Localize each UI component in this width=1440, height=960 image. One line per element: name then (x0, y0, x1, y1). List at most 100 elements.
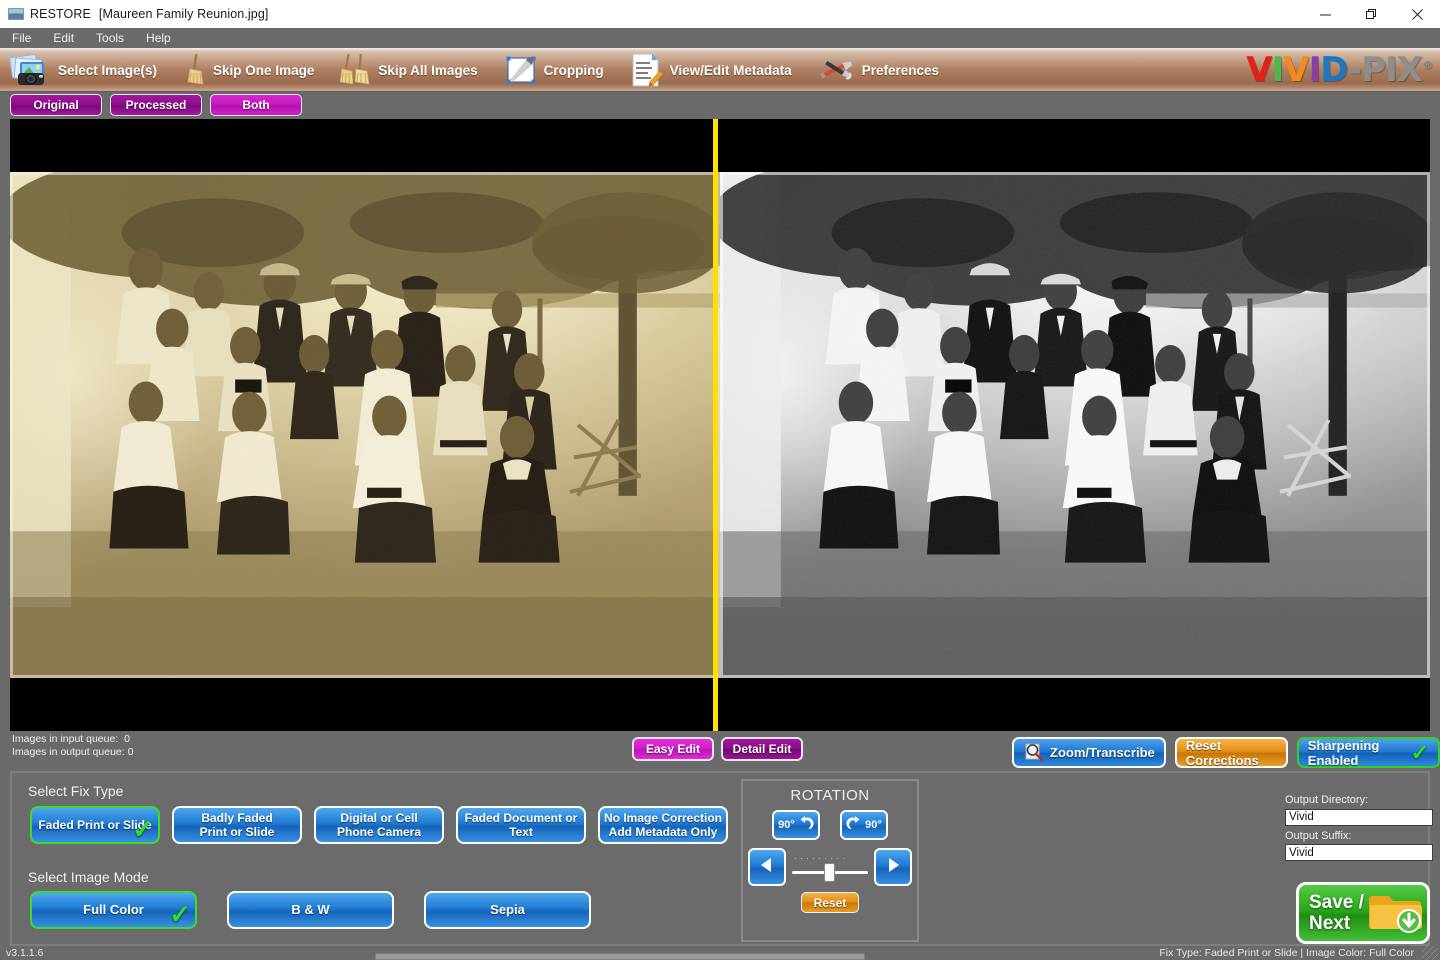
open-file-name: [Maureen Family Reunion.jpg] (98, 7, 269, 21)
checkmark-icon: ✓ (169, 899, 191, 929)
fix-type-badly-faded-line2: Print or Slide (199, 825, 275, 839)
toolbar-button-skip-one-image[interactable]: Skip One Image (175, 48, 332, 92)
slider-thumb[interactable] (824, 863, 835, 882)
image-mode-sepia[interactable]: Sepia (424, 891, 591, 929)
double-broom-icon (340, 53, 372, 87)
original-image (10, 172, 720, 678)
view-mode-tabs: Original Processed Both (10, 94, 302, 116)
queue-status: Images in input queue: 0 Images in outpu… (12, 733, 133, 759)
app-window: RESTORE [Maureen Family Reunion.jpg] File (0, 0, 1440, 960)
fix-type-no-image-correction[interactable]: No Image Correction Add Metadata Only (598, 806, 728, 844)
rotate-ccw-icon (796, 815, 814, 836)
output-suffix-input[interactable] (1285, 844, 1433, 861)
fix-type-title: Select Fix Type (28, 783, 124, 799)
rotate-nudge-left-button[interactable] (748, 848, 786, 886)
document-pencil-icon (630, 52, 664, 88)
image-mode-full-color[interactable]: Full Color ✓ (30, 891, 197, 929)
logo-letter-4: I (1308, 50, 1322, 90)
edit-mode-buttons: Easy Edit Detail Edit (632, 737, 803, 761)
reset-corrections-button[interactable]: Reset Corrections (1174, 737, 1288, 768)
fix-type-no-correction-line1: No Image Correction (603, 811, 723, 825)
logo-letter-2: I (1271, 50, 1285, 90)
menu-item-file[interactable]: File (12, 31, 31, 45)
menu-item-help[interactable]: Help (146, 31, 171, 45)
toolbar-label-cropping: Cropping (543, 62, 604, 78)
toolbar-label-view-edit-metadata: View/Edit Metadata (669, 62, 792, 78)
original-image-pane[interactable] (10, 119, 720, 731)
compare-divider[interactable] (713, 119, 718, 731)
toolbar-button-select-images[interactable]: Select Image(s) (0, 48, 175, 92)
action-buttons: Zoom/Transcribe Reset Corrections Sharpe… (1012, 737, 1440, 768)
horizontal-scrollbar[interactable] (375, 953, 865, 960)
save-next-button[interactable]: Save / Next (1296, 882, 1430, 944)
app-name: RESTORE (30, 7, 91, 21)
sharpening-label: Sharpening Enabled (1307, 737, 1380, 768)
fix-type-badly-faded-print-or-slide[interactable]: Badly Faded Print or Slide (172, 806, 302, 844)
zoom-transcribe-label: Zoom/Transcribe (1050, 745, 1155, 760)
slider-ticks: ········· (794, 854, 849, 863)
image-mode-options: Full Color ✓ B & W Sepia (30, 891, 591, 929)
logo-letter-6: - (1348, 50, 1362, 90)
tab-both[interactable]: Both (210, 94, 302, 116)
rotate-cw-icon (846, 815, 864, 836)
checkmark-icon: ✓ (132, 814, 154, 844)
rotation-reset-button[interactable]: Reset (801, 892, 859, 913)
camera-photos-icon (8, 53, 52, 87)
version-label: v3.1.1.6 (6, 947, 44, 959)
menu-item-tools[interactable]: Tools (96, 31, 124, 45)
resize-grip[interactable] (1422, 946, 1438, 960)
fix-type-no-correction-line2: Add Metadata Only (608, 825, 718, 839)
rotate-right-90-label: 90° (865, 819, 882, 831)
toolbar-button-preferences[interactable]: Preferences (810, 48, 957, 92)
fix-type-options: Faded Print or Slide ✓ Badly Faded Print … (30, 806, 728, 844)
restore-icon[interactable] (1348, 0, 1394, 28)
screwdriver-wrench-icon (818, 53, 856, 87)
triangle-left-icon (757, 855, 777, 880)
vivid-pix-logo: VIVID-PIX® (1246, 50, 1433, 90)
detail-edit-button[interactable]: Detail Edit (721, 737, 803, 761)
image-mode-title: Select Image Mode (28, 869, 149, 885)
fix-type-faded-document-or-text[interactable]: Faded Document or Text (456, 806, 586, 844)
rotate-right-90-button[interactable]: 90° (840, 810, 888, 840)
fix-type-digital-line1: Digital or Cell (340, 811, 418, 825)
processed-image-pane[interactable] (720, 119, 1430, 731)
rotation-slider[interactable]: ········· (792, 850, 868, 884)
toolbar-label-skip-all-images: Skip All Images (378, 62, 478, 78)
fix-type-faded-print-or-slide[interactable]: Faded Print or Slide ✓ (30, 806, 160, 844)
save-next-line2: Next (1309, 913, 1351, 934)
zoom-transcribe-button[interactable]: Zoom/Transcribe (1012, 737, 1166, 768)
triangle-right-icon (883, 855, 903, 880)
single-broom-icon (183, 53, 207, 87)
fix-status-label: Fix Type: Faded Print or Slide | Image C… (1159, 947, 1414, 959)
crop-pen-icon (504, 53, 538, 87)
tab-original[interactable]: Original (10, 94, 102, 116)
toolbar-button-skip-all-images[interactable]: Skip All Images (332, 48, 495, 92)
fix-type-digital-line2: Phone Camera (336, 825, 422, 839)
processed-image (720, 172, 1430, 678)
save-next-line1: Save / (1309, 892, 1364, 913)
settings-panel: Select Fix Type Faded Print or Slide ✓ B… (10, 771, 1430, 946)
logo-letter-3: V (1283, 50, 1309, 90)
easy-edit-button[interactable]: Easy Edit (632, 737, 714, 761)
logo-letter-9: X (1396, 50, 1423, 90)
rotation-panel: ROTATION 90° 90° ········· Reset (741, 779, 919, 942)
toolbar-button-cropping[interactable]: Cropping (496, 48, 622, 92)
toolbar-label-select-images: Select Image(s) (58, 62, 158, 78)
rotate-nudge-right-button[interactable] (874, 848, 912, 886)
image-mode-bw[interactable]: B & W (227, 891, 394, 929)
input-queue-label: Images in input queue: (12, 733, 119, 745)
checkmark-icon: ✓ (1410, 739, 1429, 765)
logo-letter-7: P (1361, 50, 1386, 90)
close-icon[interactable] (1394, 0, 1440, 28)
menu-item-edit[interactable]: Edit (53, 31, 74, 45)
minimize-icon[interactable] (1302, 0, 1348, 28)
toolbar-label-preferences: Preferences (861, 62, 939, 78)
toolbar-label-skip-one-image: Skip One Image (213, 62, 315, 78)
fix-type-digital-or-cell-phone-camera[interactable]: Digital or Cell Phone Camera (314, 806, 444, 844)
output-queue-count: 0 (127, 746, 134, 758)
toolbar-button-view-edit-metadata[interactable]: View/Edit Metadata (622, 48, 810, 92)
output-directory-input[interactable] (1285, 808, 1433, 826)
sharpening-toggle-button[interactable]: Sharpening Enabled ✓ (1296, 737, 1440, 768)
rotate-left-90-button[interactable]: 90° (772, 810, 820, 840)
tab-processed[interactable]: Processed (110, 94, 202, 116)
